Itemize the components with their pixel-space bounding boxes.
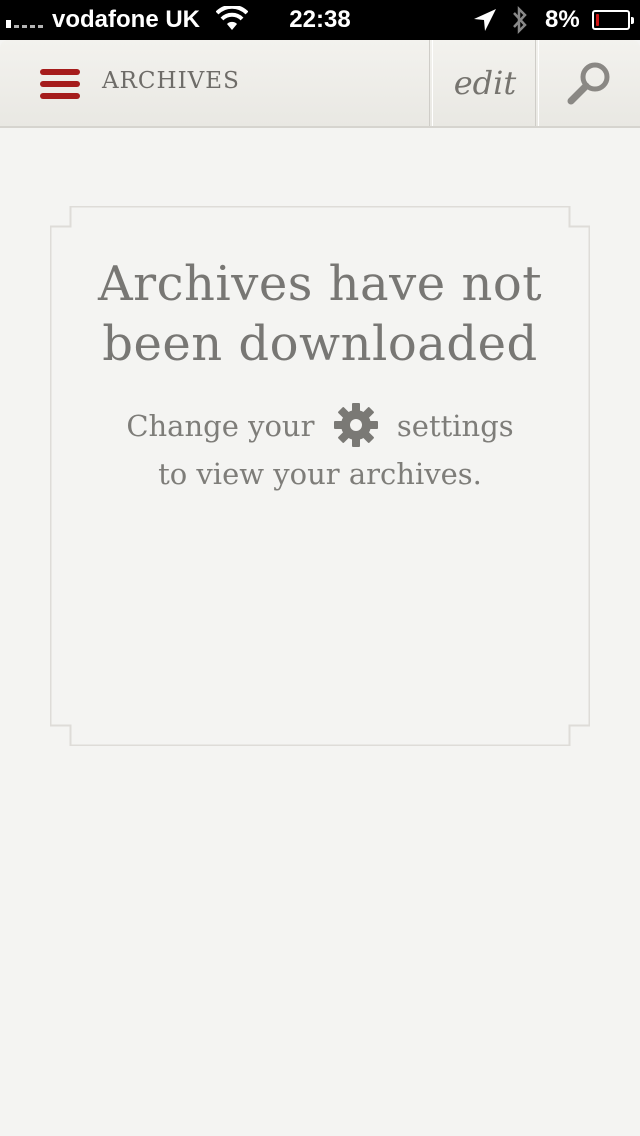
magnifier-icon — [567, 62, 610, 105]
location-arrow-icon — [474, 9, 496, 31]
empty-state-heading: Archives have not been downloaded — [50, 254, 590, 374]
message-text-before: Change your — [126, 409, 315, 443]
message-line-1: Change your settings — [50, 402, 590, 450]
battery-level — [596, 14, 599, 26]
nav-divider — [535, 40, 539, 126]
battery-percent: 8% — [545, 6, 580, 33]
nav-divider — [429, 40, 433, 126]
heading-line-1: Archives have not — [97, 256, 543, 312]
page-title: ARCHIVES — [102, 68, 240, 94]
clock: 22:38 — [289, 6, 351, 33]
navigation-bar: ARCHIVES edit — [0, 40, 640, 128]
bluetooth-icon — [513, 5, 527, 35]
heading-line-2: been downloaded — [102, 316, 538, 372]
status-bar: vodafone UK 22:38 8% — [0, 0, 640, 40]
edit-button[interactable]: edit — [434, 40, 536, 126]
message-line-2: to view your archives. — [158, 457, 482, 491]
battery-icon — [592, 10, 634, 30]
empty-state-message: Change your settings to view your archiv… — [50, 402, 590, 498]
search-button[interactable] — [540, 40, 640, 126]
gear-icon — [333, 403, 378, 447]
message-text-after: settings — [396, 409, 514, 443]
hamburger-menu-icon[interactable] — [40, 66, 82, 102]
empty-state-card: Archives have not been downloaded Change… — [50, 206, 590, 746]
